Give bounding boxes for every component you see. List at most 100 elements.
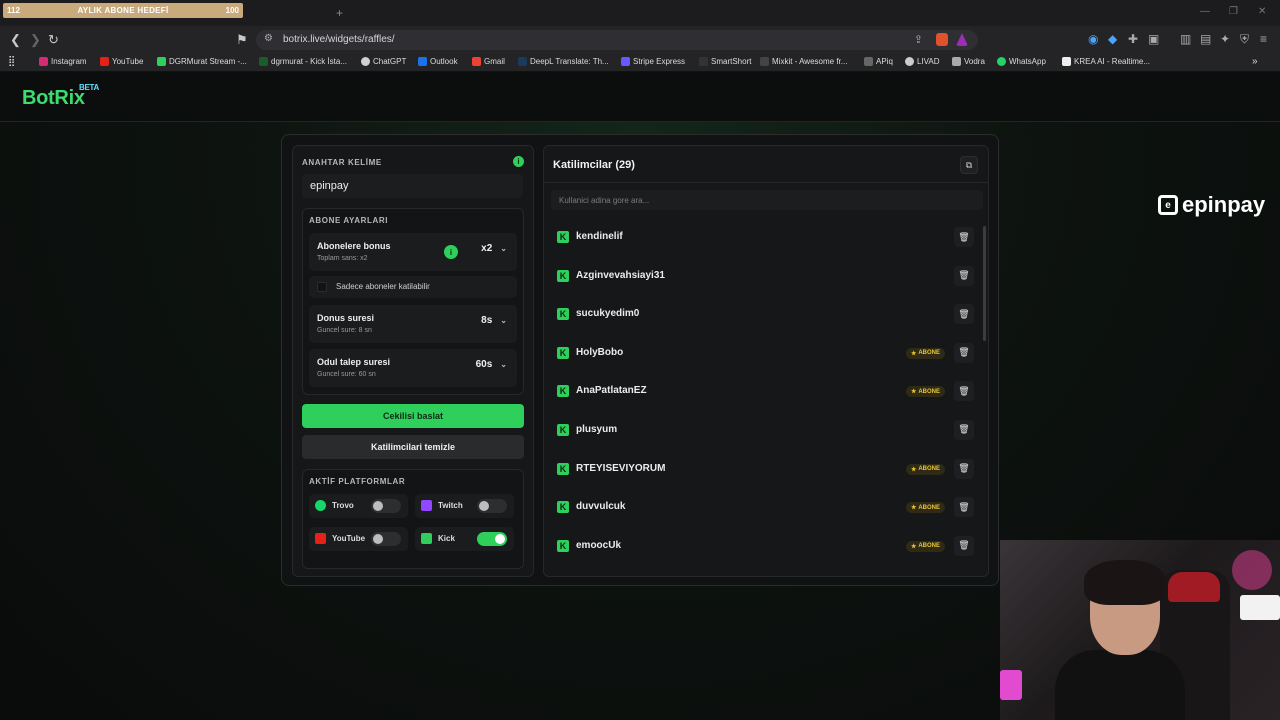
delete-icon[interactable]: 🗑 [954, 342, 974, 363]
participants-panel: Katilimcilar (29) ⧉ Kkendinelif 🗑 K Azginve… [543, 145, 989, 577]
share-icon[interactable]: ⇪ [914, 33, 923, 46]
epinpay-logo: e epinpay [1158, 192, 1265, 218]
bookmark-smartshort[interactable]: SmartShort [699, 57, 751, 66]
badge-label: ABONE [918, 504, 940, 511]
bookmark-label: YouTube [112, 57, 144, 66]
delete-icon[interactable]: 🗑 [954, 458, 974, 479]
only-subscribers-label: Sadece aboneler katilabilir [336, 282, 430, 291]
more-bookmarks-icon[interactable]: » [1252, 56, 1258, 67]
sidebar-icon[interactable]: ▥ [1180, 32, 1191, 46]
mic-glow [1232, 550, 1272, 590]
only-subscribers-row[interactable]: Sadece aboneler katilabilir [309, 276, 517, 298]
keyword-info-icon[interactable]: i [513, 156, 524, 167]
back-icon[interactable]: ❮ [10, 32, 21, 48]
minimize-icon[interactable]: — [1200, 6, 1210, 17]
participant-search[interactable] [551, 190, 983, 211]
keyword-input[interactable]: epinpay [302, 174, 523, 198]
menu-icon[interactable]: ≡ [1260, 32, 1267, 46]
apps-icon[interactable]: ⣿ [8, 56, 15, 67]
vpn-icon[interactable]: ⛨ [1240, 32, 1249, 47]
screen-icon[interactable]: ▣ [1148, 32, 1159, 46]
bookmark-apiq[interactable]: APiq [864, 57, 893, 66]
start-raffle-button[interactable]: Cekilisi baslat [302, 404, 524, 428]
brave-shield-icon[interactable] [936, 33, 948, 46]
delete-icon[interactable]: 🗑 [954, 419, 974, 440]
bonus-select[interactable]: x2 ⌄ [481, 243, 507, 254]
participant-row: Kkendinelif 🗑 [548, 218, 980, 257]
badge-label: ABONE [918, 350, 940, 357]
copy-icon[interactable]: ⧉ [960, 156, 978, 174]
streamer-hair [1084, 560, 1166, 605]
delete-icon[interactable]: 🗑 [954, 304, 974, 325]
bookmark-krea[interactable]: KREA AI - Realtime... [1062, 57, 1150, 66]
clear-participants-button[interactable]: Katilimcilari temizle [302, 435, 524, 459]
kick-icon: K [557, 269, 569, 282]
brave-rewards-icon[interactable] [956, 33, 968, 46]
participant-row: K HolyBobo ★ ABONE 🗑 [548, 334, 980, 373]
bookmark-mixkit[interactable]: Mixkit - Awesome fr... [760, 57, 847, 66]
spin-select[interactable]: 8s ⌄ [481, 315, 507, 326]
outlook-icon [418, 57, 427, 66]
bookmark-deepl[interactable]: DeepL Translate: Th... [518, 57, 609, 66]
bookmark-dgrmurat-stream[interactable]: DGRMurat Stream -... [157, 57, 247, 66]
new-tab-button[interactable]: + [336, 6, 343, 20]
maximize-icon[interactable]: ❐ [1229, 6, 1238, 17]
delete-icon[interactable]: 🗑 [954, 535, 974, 556]
kick-icon: K [557, 501, 569, 514]
trovo-toggle[interactable] [371, 499, 401, 513]
close-icon[interactable]: ✕ [1258, 6, 1266, 17]
bookmark-whatsapp[interactable]: WhatsApp [997, 57, 1046, 66]
bookmark-livad[interactable]: LIVAD [905, 57, 940, 66]
active-platforms: AKTİF PLATFORMLAR Trovo Twitch YouTube K… [302, 469, 524, 569]
delete-icon[interactable]: 🗑 [954, 265, 974, 286]
badge-label: ABONE [918, 388, 940, 395]
address-bar-row: ❮ ❯ ↻ ⚑ ⚙ botrix.live/widgets/raffles/ ⇪… [0, 26, 1280, 54]
bookmark-label: LIVAD [917, 57, 940, 66]
audio-icon[interactable]: ◉ [1088, 32, 1098, 46]
streamer-body [1055, 650, 1185, 720]
bookmark-vodra[interactable]: Vodra [952, 57, 985, 66]
delete-icon[interactable]: 🗑 [954, 381, 974, 402]
kick-toggle[interactable] [477, 532, 507, 546]
bookmark-icon[interactable]: ⚑ [236, 32, 248, 48]
claim-select[interactable]: 60s ⌄ [476, 359, 507, 370]
participants-title: Katilimcilar (29) [553, 159, 635, 171]
bookmark-chatgpt[interactable]: ChatGPT [361, 57, 406, 66]
badge-label: ABONE [918, 543, 940, 550]
star-icon: ★ [910, 543, 917, 550]
bookmark-label: Gmail [484, 57, 505, 66]
twitch-toggle[interactable] [477, 499, 507, 513]
scrollbar[interactable] [983, 226, 986, 341]
only-subscribers-checkbox[interactable] [317, 282, 327, 292]
delete-icon[interactable]: 🗑 [954, 497, 974, 518]
ai-icon[interactable]: ✦ [1220, 32, 1230, 46]
bookmark-gmail[interactable]: Gmail [472, 57, 505, 66]
stripe-icon [621, 57, 630, 66]
forward-icon[interactable]: ❯ [30, 32, 41, 48]
subscriber-badge: ★ ABONE [905, 463, 945, 475]
extension-icon[interactable]: ◆ [1108, 32, 1117, 46]
site-header: BotRix BETA [0, 72, 1280, 122]
bookmark-outlook[interactable]: Outlook [418, 57, 458, 66]
botrix-logo[interactable]: BotRix BETA [22, 83, 99, 110]
url-field[interactable]: ⚙ botrix.live/widgets/raffles/ ⇪ [256, 30, 978, 50]
bookmark-stripe[interactable]: Stripe Express [621, 57, 685, 66]
bonus-info-icon[interactable]: i [444, 245, 458, 259]
delete-icon[interactable]: 🗑 [954, 227, 974, 247]
bookmark-instagram[interactable]: Instagram [39, 57, 87, 66]
participant-row: K RTEYISEVIYORUM ★ ABONE 🗑 [548, 450, 980, 489]
logo-text: BotRix [22, 87, 85, 109]
bookmark-youtube[interactable]: YouTube [100, 57, 143, 66]
youtube-toggle[interactable] [371, 532, 401, 546]
trovo-icon [315, 500, 326, 511]
keyword-title: ANAHTAR KELİME [302, 158, 382, 167]
reload-icon[interactable]: ↻ [48, 32, 59, 48]
platform-kick: Kick [415, 527, 514, 551]
wallet-icon[interactable]: ▤ [1200, 32, 1211, 46]
puzzle-icon[interactable]: ✚ [1128, 32, 1138, 46]
star-icon: ★ [910, 350, 917, 357]
bookmark-dgrmurat-kick[interactable]: dgrmurat - Kick İsta... [259, 57, 347, 66]
spin-sub: Guncel sure: 8 sn [317, 327, 372, 334]
search-input[interactable] [551, 190, 983, 211]
site-settings-icon[interactable]: ⚙ [264, 33, 273, 44]
